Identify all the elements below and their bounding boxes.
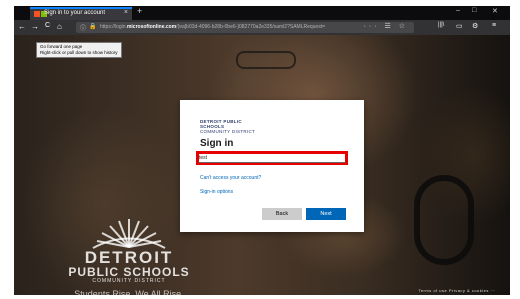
nav-bar: ← → C ⌂ ⓘ 🔒 https://login.microsoftonlin… <box>14 20 510 35</box>
logo-public-schools: PUBLIC SCHOOLS <box>68 265 190 279</box>
microsoft-favicon <box>34 11 40 17</box>
tab-title: Sign in to your account <box>44 10 106 16</box>
back-button[interactable]: Back <box>262 208 302 220</box>
logo-tagline: Students Rise. We All Rise. <box>74 289 184 295</box>
forward-tooltip: Go forward one page Right-click or pull … <box>36 42 122 58</box>
url-text[interactable]: https://login.microsoftonline.com/{ea]b0… <box>100 24 350 30</box>
library-icon[interactable]: |||\ <box>438 22 444 28</box>
window-close-button[interactable]: ✕ <box>492 7 498 15</box>
forward-arrow-icon[interactable]: → <box>31 22 39 31</box>
new-tab-button[interactable]: + <box>137 6 142 16</box>
brand-line1: DETROIT PUBLIC SCHOOLS <box>200 119 242 129</box>
tab-signin[interactable]: Sign in to your account × <box>30 7 132 20</box>
bookmark-star-icon[interactable]: ··· ☰ ☆ <box>364 22 408 30</box>
lock-icon[interactable]: 🔒 <box>89 23 96 30</box>
page-footer-links[interactable]: Terms of use Privacy & cookies ··· <box>418 288 496 293</box>
signin-card: DETROIT PUBLIC SCHOOLS COMMUNITY DISTRIC… <box>180 100 364 232</box>
signin-title: Sign in <box>200 138 234 149</box>
tab-bar: Sign in to your account × + – □ ✕ <box>14 6 510 20</box>
brand-line2: COMMUNITY DISTRICT <box>200 129 256 134</box>
back-arrow-icon[interactable]: ← <box>18 22 26 31</box>
email-field[interactable] <box>199 154 345 163</box>
cant-access-link[interactable]: Can't access your account? <box>200 175 261 181</box>
tab-close-icon[interactable]: × <box>124 9 128 16</box>
sidebar-icon[interactable]: ▭ <box>456 22 463 30</box>
home-icon[interactable]: ⌂ <box>57 22 62 31</box>
sign-in-options-link[interactable]: Sign-in options <box>200 189 233 195</box>
tooltip-line2: Right-click or pull down to show history <box>40 50 118 55</box>
browser-window: Sign in to your account × + – □ ✕ ← → C … <box>14 6 510 295</box>
glasses-shape <box>236 51 296 69</box>
next-button[interactable]: Next <box>306 208 346 220</box>
headset-shape <box>414 175 474 265</box>
menu-icon[interactable]: ≡ <box>492 22 496 29</box>
reload-icon[interactable]: C <box>45 22 50 29</box>
logo-community-district: COMMUNITY DISTRICT <box>92 278 166 284</box>
info-icon[interactable]: ⓘ <box>80 23 86 32</box>
maximize-button[interactable]: □ <box>472 7 476 14</box>
dps-brand-logo: DETROIT PUBLIC SCHOOLS COMMUNITY DISTRIC… <box>200 119 260 134</box>
minimize-button[interactable]: – <box>456 7 460 14</box>
address-bar[interactable]: ⓘ 🔒 https://login.microsoftonline.com/{e… <box>76 22 414 33</box>
sun-logo-icon <box>92 219 166 249</box>
extension-icon[interactable]: ⚙ <box>472 22 478 30</box>
logo-detroit: DETROIT <box>84 248 174 267</box>
